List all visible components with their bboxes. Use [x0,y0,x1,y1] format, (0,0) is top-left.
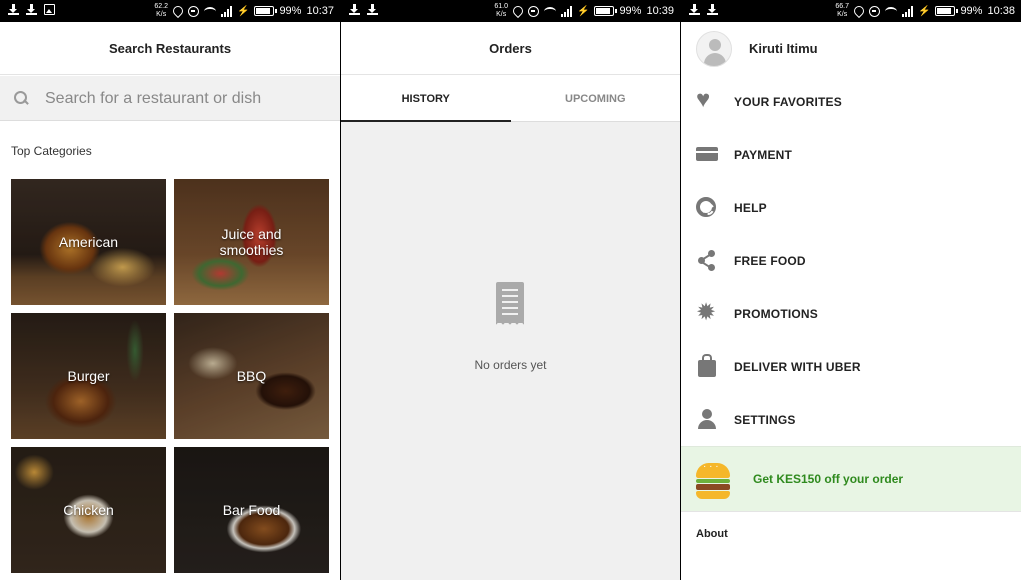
category-grid: American Juice and smoothies Burger BBQ … [11,179,329,573]
menu-item-label: YOUR FAVORITES [734,94,842,109]
menu-item-deliver-with-uber[interactable]: DELIVER WITH UBER [681,340,1021,393]
search-restaurants-screen: 62.2K/s ⚡ 99% 10:37 Search Restaurants T… [0,0,340,580]
wifi-icon [203,6,216,16]
orders-empty-state: No orders yet [341,122,680,580]
search-icon [14,91,28,105]
clock: 10:37 [306,5,334,17]
page-title: Orders [341,22,680,75]
lifebuoy-icon [696,197,716,217]
menu-item-favorites[interactable]: YOUR FAVORITES [681,75,1021,128]
do-not-disturb-icon [187,5,199,17]
do-not-disturb-icon [527,5,539,17]
menu-item-help[interactable]: HELP [681,181,1021,234]
location-icon [851,3,867,19]
section-title: Top Categories [11,144,92,158]
screens-container: 62.2K/s ⚡ 99% 10:37 Search Restaurants T… [0,0,1021,580]
menu-item-label: HELP [734,200,767,215]
network-speed: 66.7 K/s [835,3,849,18]
download-icon [8,4,19,15]
orders-tabs: HISTORY UPCOMING [341,76,680,122]
download-icon [349,4,360,15]
category-label: BBQ [236,368,267,384]
account-menu: YOUR FAVORITES PAYMENT HELP FREE FOOD PR… [681,75,1021,446]
category-tile-burger[interactable]: Burger [11,313,166,439]
orders-screen: 61.0 K/s ⚡ 99% 10:39 Orders HISTORY UPCOM… [341,0,680,580]
clock: 10:38 [987,5,1015,17]
wifi-icon [884,6,897,16]
network-speed: 62.2 K/s [154,3,168,18]
profile-header[interactable]: Kiruti Itimu [681,22,1021,75]
tab-history[interactable]: HISTORY [341,76,511,122]
menu-item-label: FREE FOOD [734,253,806,268]
tab-upcoming[interactable]: UPCOMING [511,76,681,121]
battery-percent: 99% [960,5,983,17]
status-bar: 61.0 K/s ⚡ 99% 10:39 [341,0,680,22]
location-icon [170,3,186,19]
empty-message: No orders yet [474,358,547,372]
menu-item-label: PROMOTIONS [734,306,819,321]
heart-icon [696,86,718,114]
category-tile-chicken[interactable]: Chicken [11,447,166,573]
promo-banner[interactable]: Get KES150 off your order [681,446,1021,512]
clock: 10:39 [646,5,674,17]
battery-icon [254,6,278,16]
category-tile-juice-and-smoothies[interactable]: Juice and smoothies [174,179,329,305]
download-icon [689,4,700,15]
credit-card-icon [696,147,718,161]
charging-icon: ⚡ [917,5,931,17]
download-icon [26,4,37,15]
person-icon [696,409,718,429]
page-title: Search Restaurants [0,22,340,75]
signal-icon [220,5,232,17]
receipt-icon [496,282,524,327]
signal-icon [560,5,572,17]
status-bar: 62.2 K/s ⚡ 99% 10:37 [0,0,340,22]
menu-item-settings[interactable]: SETTINGS [681,393,1021,446]
account-menu-screen: 66.7K/s ⚡ 99% 10:38 Kiruti Itimu YOUR FA… [681,0,1021,580]
avatar[interactable] [696,31,732,67]
charging-icon: ⚡ [576,5,590,17]
search-input[interactable] [45,86,325,111]
category-label: Juice and smoothies [219,226,284,258]
burger-icon [696,461,730,501]
image-icon [44,4,55,15]
profile-name: Kiruti Itimu [749,41,818,56]
bag-icon [698,354,716,377]
search-bar[interactable] [0,76,340,121]
category-label: Chicken [63,502,114,518]
network-speed: 61.0 K/s [494,3,508,18]
battery-percent: 99% [619,5,642,17]
location-icon [510,3,526,19]
category-tile-bar-food[interactable]: Bar Food [174,447,329,573]
wifi-icon [543,6,556,16]
menu-item-promotions[interactable]: PROMOTIONS [681,287,1021,340]
battery-icon [594,6,618,16]
badge-icon [696,298,718,327]
menu-item-free-food[interactable]: FREE FOOD [681,234,1021,287]
category-label: Bar Food [222,502,281,518]
signal-icon [901,5,913,17]
category-tile-american[interactable]: American [11,179,166,305]
battery-percent: 99% [279,5,302,17]
menu-item-label: PAYMENT [734,147,793,162]
status-bar: 66.7 K/s ⚡ 99% 10:38 [681,0,1021,22]
menu-item-payment[interactable]: PAYMENT [681,128,1021,181]
charging-icon: ⚡ [236,5,250,17]
do-not-disturb-icon [868,5,880,17]
category-tile-bbq[interactable]: BBQ [174,313,329,439]
download-icon [707,4,718,15]
category-label: American [58,234,119,250]
category-label: Burger [67,368,110,384]
menu-item-label: SETTINGS [734,412,796,427]
download-icon [367,4,378,15]
share-icon [696,250,718,271]
promo-text: Get KES150 off your order [753,472,904,486]
about-link[interactable]: About [696,528,728,540]
menu-item-label: DELIVER WITH UBER [734,359,861,374]
battery-icon [935,6,959,16]
